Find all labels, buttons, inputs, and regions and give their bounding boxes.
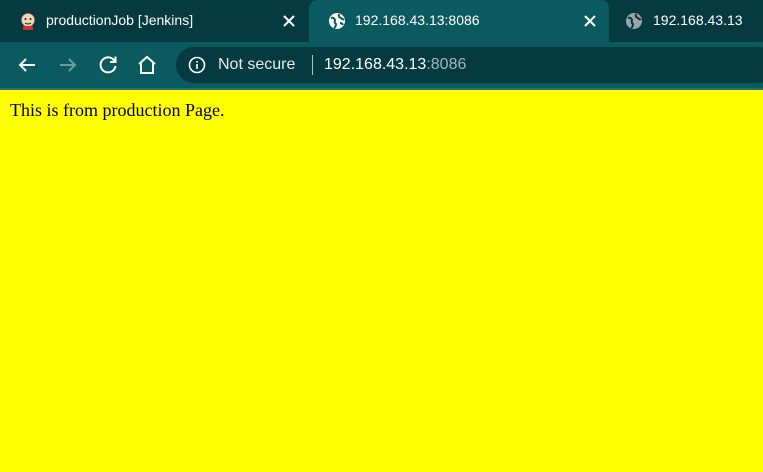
url-host: 192.168.43.13 (324, 56, 427, 73)
home-icon[interactable] (135, 53, 159, 77)
globe-icon (626, 13, 642, 29)
close-tab-icon[interactable] (278, 10, 300, 32)
browser-toolbar: Not secure 192.168.43.13:8086 (0, 42, 763, 88)
back-arrow-icon[interactable] (15, 53, 39, 77)
close-tab-icon[interactable] (579, 10, 601, 32)
globe-icon (329, 13, 345, 29)
tab-title: productionJob [Jenkins] (46, 12, 194, 28)
security-label[interactable]: Not secure (218, 56, 295, 74)
address-bar[interactable]: Not secure 192.168.43.13:8086 (176, 47, 763, 83)
reload-icon[interactable] (96, 53, 120, 77)
tab-production-job[interactable]: productionJob [Jenkins] (0, 0, 308, 42)
tab-title: 192.168.43.13:8086 (355, 12, 480, 28)
forward-arrow-icon[interactable] (56, 53, 80, 77)
url-text[interactable]: 192.168.43.13:8086 (324, 56, 466, 74)
divider (312, 55, 313, 75)
jenkins-icon (20, 12, 36, 30)
page-content: This is from production Page. (0, 90, 763, 472)
tab-title: 192.168.43.13 (653, 12, 743, 28)
info-icon[interactable] (188, 56, 206, 74)
page-text: This is from production Page. (10, 100, 225, 120)
tab-strip: productionJob [Jenkins] 192.168.43.13:80… (0, 0, 763, 42)
url-port: :8086 (426, 56, 467, 73)
tab-active[interactable]: 192.168.43.13:8086 (309, 0, 609, 42)
tab-third[interactable]: 192.168.43.13 (610, 0, 763, 42)
